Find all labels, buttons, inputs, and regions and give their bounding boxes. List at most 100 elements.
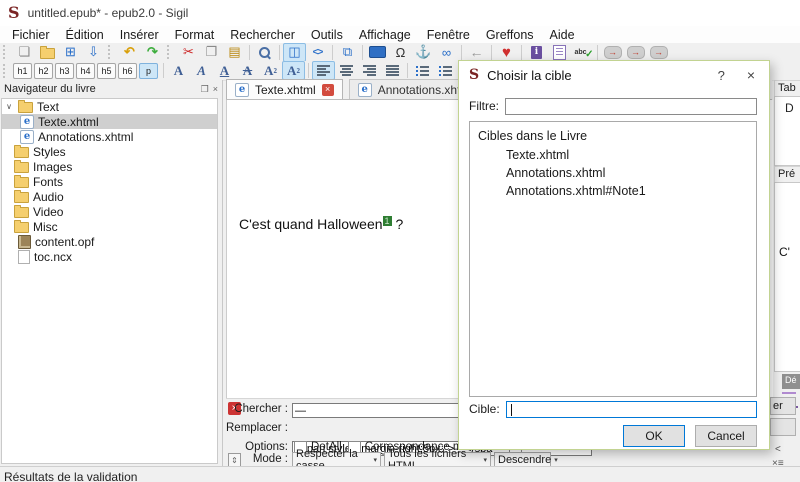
tree-item-content-opf[interactable]: content.opf bbox=[2, 234, 217, 249]
undo-icon[interactable]: ↶ bbox=[118, 43, 141, 62]
menu-fenetre[interactable]: Fenêtre bbox=[419, 27, 478, 43]
heading-4-button[interactable]: h4 bbox=[76, 63, 95, 79]
menu-format[interactable]: Format bbox=[167, 27, 223, 43]
donate-heart-icon[interactable]: ♥ bbox=[495, 43, 518, 62]
dock-float-icon[interactable]: ❐ bbox=[201, 84, 209, 95]
editor-text-line[interactable]: C'est quand Halloween1 ? bbox=[239, 216, 403, 232]
add-existing-file-icon[interactable]: ⊞ bbox=[59, 43, 82, 62]
mode-files-dropdown[interactable]: Tous les fichiers HTML ▾ bbox=[384, 452, 491, 467]
dialog-close-icon[interactable]: × bbox=[743, 67, 759, 83]
find-icon[interactable] bbox=[253, 43, 276, 62]
menu-edition[interactable]: Édition bbox=[58, 27, 112, 43]
paste-icon[interactable]: ▤ bbox=[223, 43, 246, 62]
dialog-help-icon[interactable]: ? bbox=[708, 68, 735, 83]
tree-label: Video bbox=[33, 205, 63, 219]
menu-affichage[interactable]: Affichage bbox=[351, 27, 419, 43]
menu-rechercher[interactable]: Rechercher bbox=[222, 27, 303, 43]
tab-close-icon[interactable]: × bbox=[322, 84, 334, 96]
menu-inserer[interactable]: Insérer bbox=[112, 27, 167, 43]
clipped-replace-button[interactable]: er bbox=[770, 397, 796, 415]
heading-1-button[interactable]: h1 bbox=[13, 63, 32, 79]
target-item-annotations[interactable]: Annotations.xhtml bbox=[470, 161, 756, 179]
spellcheck-icon[interactable]: abc bbox=[571, 43, 594, 62]
subscript-icon[interactable]: A2 bbox=[259, 61, 282, 80]
tab-texte-xhtml[interactable]: e Texte.xhtml × bbox=[226, 79, 343, 99]
heading-5-button[interactable]: h5 bbox=[97, 63, 116, 79]
filter-label: Filtre: bbox=[469, 99, 499, 113]
new-file-icon[interactable]: ❏ bbox=[13, 43, 36, 62]
chevron-left-icon[interactable]: < bbox=[775, 444, 781, 455]
strikethrough-icon[interactable]: A bbox=[236, 61, 259, 80]
toc-panel[interactable]: D bbox=[774, 96, 800, 166]
cut-icon[interactable]: ✂ bbox=[177, 43, 200, 62]
align-center-icon[interactable] bbox=[335, 61, 358, 80]
tree-item-styles[interactable]: Styles bbox=[2, 144, 217, 159]
filter-input[interactable] bbox=[505, 98, 757, 115]
bold-icon[interactable]: A bbox=[167, 61, 190, 80]
choose-target-dialog: S Choisir la cible ? × Filtre: Cibles da… bbox=[458, 60, 770, 450]
clipped-button[interactable] bbox=[770, 418, 796, 436]
tree-item-texte-xhtml[interactable]: e Texte.xhtml bbox=[2, 114, 217, 129]
cancel-button[interactable]: Cancel bbox=[695, 425, 757, 447]
dialog-title-bar[interactable]: S Choisir la cible ? × bbox=[459, 61, 769, 89]
save-icon[interactable]: ⇩ bbox=[82, 43, 105, 62]
targets-list[interactable]: Cibles dans le Livre Texte.xhtml Annotat… bbox=[469, 121, 757, 397]
replace-label: Remplacer : bbox=[226, 422, 288, 434]
paragraph-button[interactable]: p bbox=[139, 63, 158, 79]
underline-icon[interactable]: A bbox=[213, 61, 236, 80]
menu-outils[interactable]: Outils bbox=[303, 27, 351, 43]
redo-icon[interactable]: ↷ bbox=[141, 43, 164, 62]
menu-aide[interactable]: Aide bbox=[542, 27, 583, 43]
ok-button[interactable]: OK bbox=[623, 425, 685, 447]
numbered-list-glyph bbox=[439, 65, 452, 76]
anchor-icon[interactable]: ⚓ bbox=[412, 43, 435, 62]
insert-image-icon[interactable] bbox=[366, 43, 389, 62]
target-item-note1[interactable]: Annotations.xhtml#Note1 bbox=[470, 179, 756, 197]
copy-icon[interactable]: ❐ bbox=[200, 43, 223, 62]
align-justify-icon[interactable] bbox=[381, 61, 404, 80]
target-item-texte[interactable]: Texte.xhtml bbox=[470, 143, 756, 161]
metadata-editor-icon[interactable]: i bbox=[525, 43, 548, 62]
link-icon[interactable]: ∞ bbox=[435, 43, 458, 62]
toolbar-handle bbox=[3, 45, 9, 59]
code-view-icon[interactable]: <> bbox=[306, 43, 329, 62]
toolbar-handle bbox=[3, 64, 9, 78]
chevron-down-icon[interactable]: ∨ bbox=[4, 102, 14, 111]
bullet-list-icon[interactable] bbox=[411, 61, 434, 80]
inspector-tab[interactable]: Dé bbox=[782, 374, 800, 389]
mode-direction-dropdown[interactable]: Descendre ▾ bbox=[494, 452, 551, 467]
toc-entry[interactable]: D bbox=[775, 97, 800, 115]
heading-2-button[interactable]: h2 bbox=[34, 63, 53, 79]
menu-greffons[interactable]: Greffons bbox=[478, 27, 542, 43]
superscript-icon[interactable]: A2 bbox=[282, 61, 305, 80]
back-icon[interactable]: ← bbox=[465, 43, 488, 62]
footnote-marker[interactable]: 1 bbox=[383, 216, 392, 226]
tree-item-images[interactable]: Images bbox=[2, 159, 217, 174]
tree-item-misc[interactable]: Misc bbox=[2, 219, 217, 234]
special-character-icon[interactable]: Ω bbox=[389, 43, 412, 62]
tree-item-video[interactable]: Video bbox=[2, 204, 217, 219]
heading-6-button[interactable]: h6 bbox=[118, 63, 137, 79]
tree-item-toc-ncx[interactable]: toc.ncx bbox=[2, 249, 217, 264]
align-right-icon[interactable] bbox=[358, 61, 381, 80]
italic-icon[interactable]: A bbox=[190, 61, 213, 80]
plugin-3-icon[interactable]: → bbox=[647, 43, 670, 62]
plugin-1-icon[interactable]: → bbox=[601, 43, 624, 62]
numbered-list-icon[interactable] bbox=[434, 61, 457, 80]
tree-item-fonts[interactable]: Fonts bbox=[2, 174, 217, 189]
book-view-icon[interactable]: ◫ bbox=[283, 43, 306, 62]
heading-3-button[interactable]: h3 bbox=[55, 63, 74, 79]
underline-glyph: A bbox=[220, 63, 229, 79]
mode-case-dropdown[interactable]: Respecter la casse ▾ bbox=[292, 452, 381, 467]
preview-window-icon[interactable]: ⧉ bbox=[336, 43, 359, 62]
dock-close-icon[interactable]: × bbox=[213, 84, 218, 95]
target-input[interactable] bbox=[506, 401, 757, 418]
reports-icon[interactable] bbox=[548, 43, 571, 62]
plugin-2-icon[interactable]: → bbox=[624, 43, 647, 62]
open-file-icon[interactable] bbox=[36, 43, 59, 62]
tree-item-annotations-xhtml[interactable]: e Annotations.xhtml bbox=[2, 129, 217, 144]
tree-item-audio[interactable]: Audio bbox=[2, 189, 217, 204]
menu-fichier[interactable]: Fichier bbox=[4, 27, 58, 43]
tree-item-text-folder[interactable]: ∨ Text bbox=[2, 99, 217, 114]
align-left-icon[interactable] bbox=[312, 61, 335, 80]
